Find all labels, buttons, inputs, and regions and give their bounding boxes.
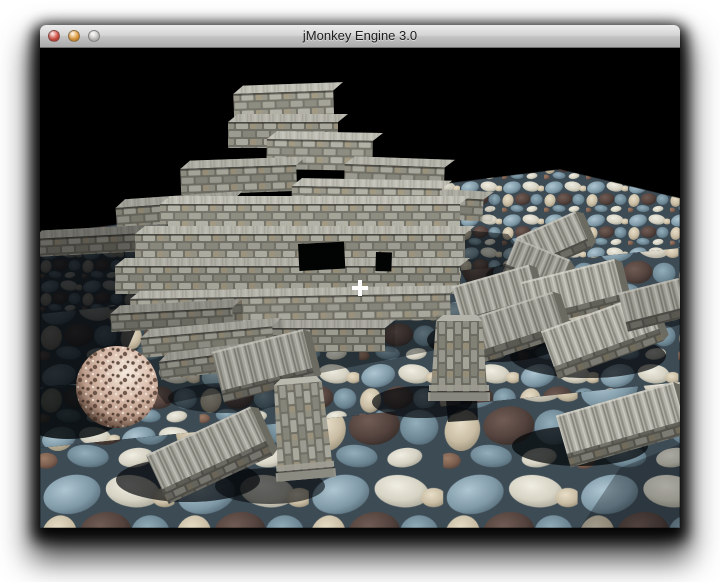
wall-hole: [298, 242, 345, 271]
minimize-button[interactable]: [68, 30, 80, 42]
game-viewport-canvas[interactable]: [40, 48, 680, 528]
window-titlebar[interactable]: jMonkey Engine 3.0: [40, 25, 680, 48]
window-title: jMonkey Engine 3.0: [40, 25, 680, 47]
app-window: jMonkey Engine 3.0: [40, 25, 680, 528]
window-controls: [48, 30, 100, 42]
brick-box: [180, 157, 307, 195]
desktop: { "window": { "title": "jMonkey Engine 3…: [0, 0, 720, 582]
brick-box: [160, 196, 470, 230]
brick-box: [233, 82, 344, 119]
wall-hole: [375, 252, 392, 272]
standing-brick: [428, 315, 490, 401]
zoom-button[interactable]: [88, 30, 100, 42]
scene-svg: [40, 48, 680, 528]
cannonball: [76, 346, 158, 428]
close-button[interactable]: [48, 30, 60, 42]
